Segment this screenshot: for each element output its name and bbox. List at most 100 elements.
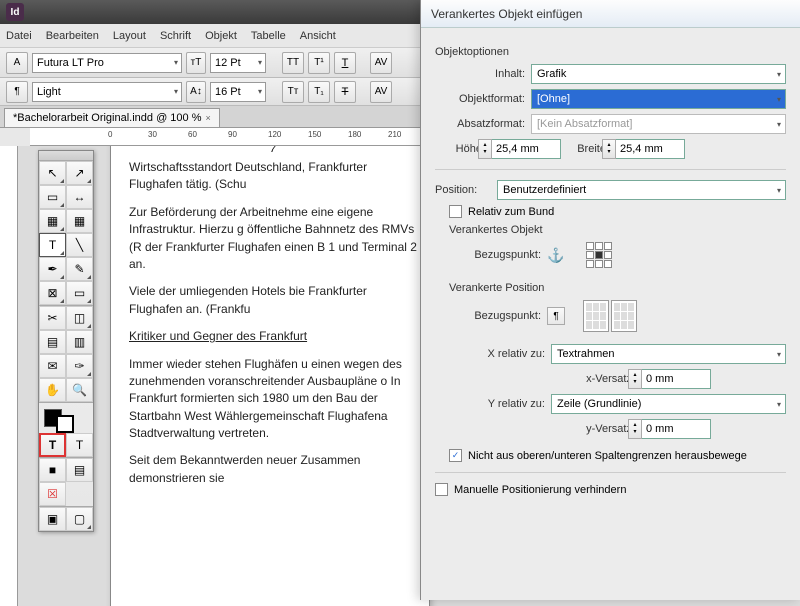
menu-objekt[interactable]: Objekt (205, 30, 237, 42)
apply-color-icon[interactable]: ■ (39, 458, 66, 482)
zoom-tool[interactable]: 🔍 (66, 378, 93, 402)
absatzformat-label: Absatzformat: (435, 118, 525, 130)
manuelle-pos-label: Manuelle Positionierung verhindern (454, 484, 626, 496)
fill-stroke-swatch[interactable] (39, 403, 93, 433)
smallcaps-icon[interactable]: Tᴛ (282, 81, 304, 103)
tracking-icon[interactable]: AV (370, 81, 392, 103)
page-number: 7 (270, 146, 276, 155)
selection-tool[interactable]: ↖ (39, 161, 66, 185)
hoehe-input[interactable]: 25,4 mm (491, 139, 561, 159)
document-tab[interactable]: *Bachelorarbeit Original.indd @ 100 % × (4, 108, 220, 127)
inhalt-label: Inhalt: (435, 68, 525, 80)
x-versatz-input[interactable]: 0 mm (641, 369, 711, 389)
x-relativ-label: X relativ zu: (449, 348, 545, 360)
reference-point-proxy[interactable] (586, 242, 612, 268)
x-versatz-label: x-Versatz: (449, 373, 635, 385)
rectangle-tool[interactable]: ▭ (66, 281, 93, 305)
pen-tool[interactable]: ✒ (39, 257, 66, 281)
objektformat-select[interactable]: [Ohne] (531, 89, 786, 109)
font-family-select[interactable]: Futura LT Pro (32, 53, 182, 73)
document-page[interactable]: 7 Wirtschaftsstandort Deutschland, Frank… (110, 146, 430, 606)
gradient-swatch-tool[interactable]: ▤ (39, 330, 66, 354)
spaltengrenzen-label: Nicht aus oberen/unteren Spaltengrenzen … (468, 450, 747, 462)
strikethrough-icon[interactable]: T (334, 81, 356, 103)
menu-schrift[interactable]: Schrift (160, 30, 191, 42)
relativ-bund-label: Relativ zum Bund (468, 206, 554, 218)
spaltengrenzen-checkbox[interactable]: ✓ (449, 449, 462, 462)
page-tool[interactable]: ▭ (39, 185, 66, 209)
anchor-icon: ⚓ (547, 247, 564, 264)
tab-label: *Bachelorarbeit Original.indd @ 100 % (13, 112, 202, 124)
relativ-bund-checkbox[interactable] (449, 205, 462, 218)
verankertes-objekt-label: Verankertes Objekt (449, 224, 786, 236)
leading-icon: A↕ (186, 81, 206, 103)
superscript-icon[interactable]: T¹ (308, 52, 330, 74)
content-collector-tool[interactable]: ▦ (39, 209, 66, 233)
tools-panel-grip[interactable] (39, 151, 93, 161)
direct-selection-tool[interactable]: ↗ (66, 161, 93, 185)
y-versatz-input[interactable]: 0 mm (641, 419, 711, 439)
pencil-tool[interactable]: ✎ (66, 257, 93, 281)
x-relativ-select[interactable]: Textrahmen (551, 344, 786, 364)
view-mode-preview[interactable]: ▢ (66, 507, 93, 531)
objektformat-label: Objektformat: (435, 93, 525, 105)
eyedropper-tool[interactable]: ✑ (66, 354, 93, 378)
menu-ansicht[interactable]: Ansicht (300, 30, 336, 42)
breite-input[interactable]: 25,4 mm (615, 139, 685, 159)
char-format-icon[interactable]: A (6, 52, 28, 74)
position-select[interactable]: Benutzerdefiniert (497, 180, 786, 200)
vertical-ruler (0, 146, 18, 606)
apply-none-icon[interactable]: ☒ (39, 482, 66, 506)
body-text[interactable]: Seit dem Bekanntwerden neuer Zusammen de… (129, 452, 417, 487)
line-tool[interactable]: ╲ (66, 233, 93, 257)
verankerte-position-label: Verankerte Position (449, 282, 786, 294)
dialog-title: Verankertes Objekt einfügen (421, 0, 800, 28)
leading-select[interactable]: 16 Pt (210, 82, 266, 102)
subscript-icon[interactable]: T₁ (308, 81, 330, 103)
body-text[interactable]: Immer wieder stehen Flughäfen u einen we… (129, 356, 417, 443)
apply-gradient-icon[interactable]: ▤ (66, 458, 93, 482)
para-format-icon[interactable]: ¶ (6, 81, 28, 103)
bezugspunkt2-label: Bezugspunkt: (461, 310, 541, 322)
hand-tool[interactable]: ✋ (39, 378, 66, 402)
bezugspunkt-label: Bezugspunkt: (461, 249, 541, 261)
y-relativ-select[interactable]: Zeile (Grundlinie) (551, 394, 786, 414)
body-text[interactable]: Zur Beförderung der Arbeitnehme eine eig… (129, 204, 417, 274)
y-versatz-label: y-Versatz: (449, 423, 635, 435)
position-label: Position: (435, 184, 491, 196)
anchored-object-dialog: Verankertes Objekt einfügen Objektoption… (420, 0, 800, 600)
allcaps-icon[interactable]: TT (282, 52, 304, 74)
gradient-feather-tool[interactable]: ▥ (66, 330, 93, 354)
menu-bearbeiten[interactable]: Bearbeiten (46, 30, 99, 42)
menu-layout[interactable]: Layout (113, 30, 146, 42)
manuelle-pos-checkbox[interactable] (435, 483, 448, 496)
absatzformat-select[interactable]: [Kein Absatzformat] (531, 114, 786, 134)
scissors-tool[interactable]: ✂ (39, 306, 66, 330)
content-placer-tool[interactable]: ▦ (66, 209, 93, 233)
objektoptionen-label: Objektoptionen (435, 46, 786, 58)
font-size-select[interactable]: 12 Pt (210, 53, 266, 73)
underline-icon[interactable]: T (334, 52, 356, 74)
type-tool[interactable]: T (39, 233, 66, 257)
gap-tool[interactable]: ↔ (66, 185, 93, 209)
close-tab-icon[interactable]: × (206, 113, 211, 123)
text-ref-icon[interactable]: ¶ (547, 307, 565, 325)
heading-text[interactable]: Kritiker und Gegner des Frankfurt (129, 328, 417, 345)
page-reference-proxy[interactable] (583, 300, 637, 332)
font-style-select[interactable]: Light (32, 82, 182, 102)
note-tool[interactable]: ✉ (39, 354, 66, 378)
rectangle-frame-tool[interactable]: ⊠ (39, 281, 66, 305)
app-icon: Id (6, 3, 24, 21)
free-transform-tool[interactable]: ◫ (66, 306, 93, 330)
inhalt-select[interactable]: Grafik (531, 64, 786, 84)
tools-panel[interactable]: ↖ ↗ ▭ ↔ ▦ ▦ T ╲ ✒ ✎ ⊠ ▭ ✂ ◫ ▤ ▥ ✉ ✑ ✋ 🔍 … (38, 150, 94, 532)
body-text[interactable]: Wirtschaftsstandort Deutschland, Frankfu… (129, 159, 417, 194)
font-size-icon: тT (186, 52, 206, 74)
body-text[interactable]: Viele der umliegenden Hotels bie Frankfu… (129, 283, 417, 318)
view-mode-normal[interactable]: ▣ (39, 507, 66, 531)
kerning-icon[interactable]: AV (370, 52, 392, 74)
menu-datei[interactable]: Datei (6, 30, 32, 42)
formatting-text-icon[interactable]: T (66, 433, 93, 457)
menu-tabelle[interactable]: Tabelle (251, 30, 286, 42)
formatting-container-icon[interactable]: T (39, 433, 66, 457)
